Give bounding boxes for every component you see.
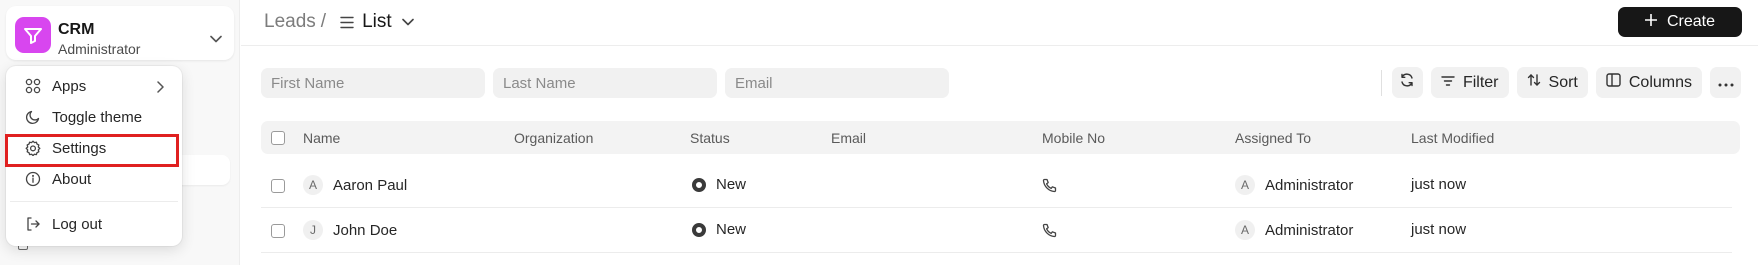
logout-icon <box>25 216 41 232</box>
grid-icon <box>25 78 41 94</box>
column-header-last-modified[interactable]: Last Modified <box>1411 130 1494 146</box>
breadcrumb: Leads / List <box>264 11 414 33</box>
columns-icon <box>1606 73 1621 92</box>
sort-icon <box>1527 73 1541 92</box>
email-filter[interactable] <box>725 68 949 98</box>
filter-button[interactable]: Filter <box>1430 67 1509 98</box>
menu-item-settings[interactable]: Settings <box>10 133 178 163</box>
column-header-email[interactable]: Email <box>831 130 866 146</box>
mobile-cell <box>1042 178 1057 197</box>
moon-icon <box>25 109 41 125</box>
mobile-cell <box>1042 223 1057 242</box>
last-modified-cell: just now <box>1411 221 1467 238</box>
create-button[interactable]: Create <box>1618 7 1742 37</box>
column-header-mobile-no[interactable]: Mobile No <box>1042 130 1105 146</box>
toolbar-divider <box>1380 69 1382 96</box>
crm-app: CRM Administrator Apps Toggle theme Sett… <box>0 0 1758 265</box>
workspace-switcher[interactable]: CRM Administrator <box>6 6 234 60</box>
menu-item-log-out[interactable]: Log out <box>10 209 178 239</box>
sidebar: CRM Administrator Apps Toggle theme Sett… <box>0 0 240 265</box>
filter-label: Filter <box>1462 73 1499 91</box>
status-indicator-icon <box>692 222 706 237</box>
account-dropdown-menu: Apps Toggle theme Settings About Log out <box>6 66 182 246</box>
avatar: A <box>1235 175 1255 195</box>
avatar: A <box>1235 220 1255 240</box>
status-cell: New <box>692 221 746 238</box>
row-checkbox[interactable] <box>271 224 285 238</box>
column-header-organization[interactable]: Organization <box>514 130 593 146</box>
select-all-checkbox[interactable] <box>271 131 285 145</box>
menu-item-apps[interactable]: Apps <box>10 71 178 101</box>
info-icon <box>25 171 41 187</box>
menu-item-label: About <box>52 170 92 188</box>
row-checkbox[interactable] <box>271 179 285 193</box>
status-cell: New <box>692 176 746 193</box>
phone-icon[interactable] <box>1042 223 1057 242</box>
menu-item-label: Settings <box>52 139 107 157</box>
menu-item-label: Apps <box>52 77 87 95</box>
lead-name: John Doe <box>333 221 398 239</box>
assigned-to-cell: A Administrator <box>1235 220 1353 240</box>
menu-divider <box>10 201 178 202</box>
menu-item-label: Log out <box>52 215 103 233</box>
status-badge: New <box>716 176 747 193</box>
lead-name-cell: J John Doe <box>303 220 397 240</box>
workspace-name: CRM <box>58 21 95 38</box>
lead-name: Aaron Paul <box>333 176 408 194</box>
table-row[interactable]: A Aaron Paul New A Administrator just no… <box>261 163 1732 208</box>
refresh-button[interactable] <box>1391 67 1423 98</box>
more-options-button[interactable] <box>1710 67 1741 98</box>
avatar: J <box>303 220 323 240</box>
view-selector-label[interactable]: List <box>362 11 392 33</box>
column-header-assigned-to[interactable]: Assigned To <box>1235 130 1311 146</box>
first-name-filter[interactable] <box>261 68 485 98</box>
chevron-down-icon <box>210 30 222 48</box>
gear-icon <box>25 140 41 156</box>
list-icon <box>340 16 354 29</box>
breadcrumb-separator: / <box>320 11 327 32</box>
sort-label: Sort <box>1548 73 1578 91</box>
user-role: Administrator <box>58 41 141 57</box>
list-toolbar: Filter Sort Columns <box>1380 67 1741 98</box>
assigned-to-cell: A Administrator <box>1235 175 1353 195</box>
lead-name-cell: A Aaron Paul <box>303 175 407 195</box>
last-name-filter[interactable] <box>493 68 717 98</box>
quick-filters <box>261 68 949 98</box>
column-header-name[interactable]: Name <box>303 130 340 146</box>
page-header: Leads / List Create <box>241 0 1758 46</box>
sort-button[interactable]: Sort <box>1516 67 1588 98</box>
menu-item-label: Toggle theme <box>52 108 143 126</box>
create-button-label: Create <box>1666 13 1716 30</box>
status-indicator-icon <box>692 177 706 192</box>
assignee-name: Administrator <box>1265 176 1354 194</box>
chevron-right-icon <box>157 80 164 97</box>
more-horizontal-icon <box>1718 74 1734 92</box>
last-modified-cell: just now <box>1411 176 1467 193</box>
columns-button[interactable]: Columns <box>1595 67 1702 98</box>
column-header-status[interactable]: Status <box>690 130 730 146</box>
phone-icon[interactable] <box>1042 178 1057 197</box>
status-badge: New <box>716 221 747 238</box>
assignee-name: Administrator <box>1265 221 1354 239</box>
table-header: Name Organization Status Email Mobile No… <box>261 121 1740 154</box>
crm-logo-icon <box>15 17 51 53</box>
filter-icon <box>1441 74 1455 92</box>
avatar: A <box>303 175 323 195</box>
menu-item-toggle-theme[interactable]: Toggle theme <box>10 102 178 132</box>
table-row[interactable]: J John Doe New A Administrator just now <box>261 208 1732 253</box>
columns-label: Columns <box>1628 73 1692 91</box>
refresh-icon <box>1399 72 1415 93</box>
menu-item-about[interactable]: About <box>10 164 178 194</box>
plus-icon <box>1644 13 1658 31</box>
chevron-down-icon[interactable] <box>401 18 414 26</box>
breadcrumb-leads[interactable]: Leads <box>264 11 316 33</box>
